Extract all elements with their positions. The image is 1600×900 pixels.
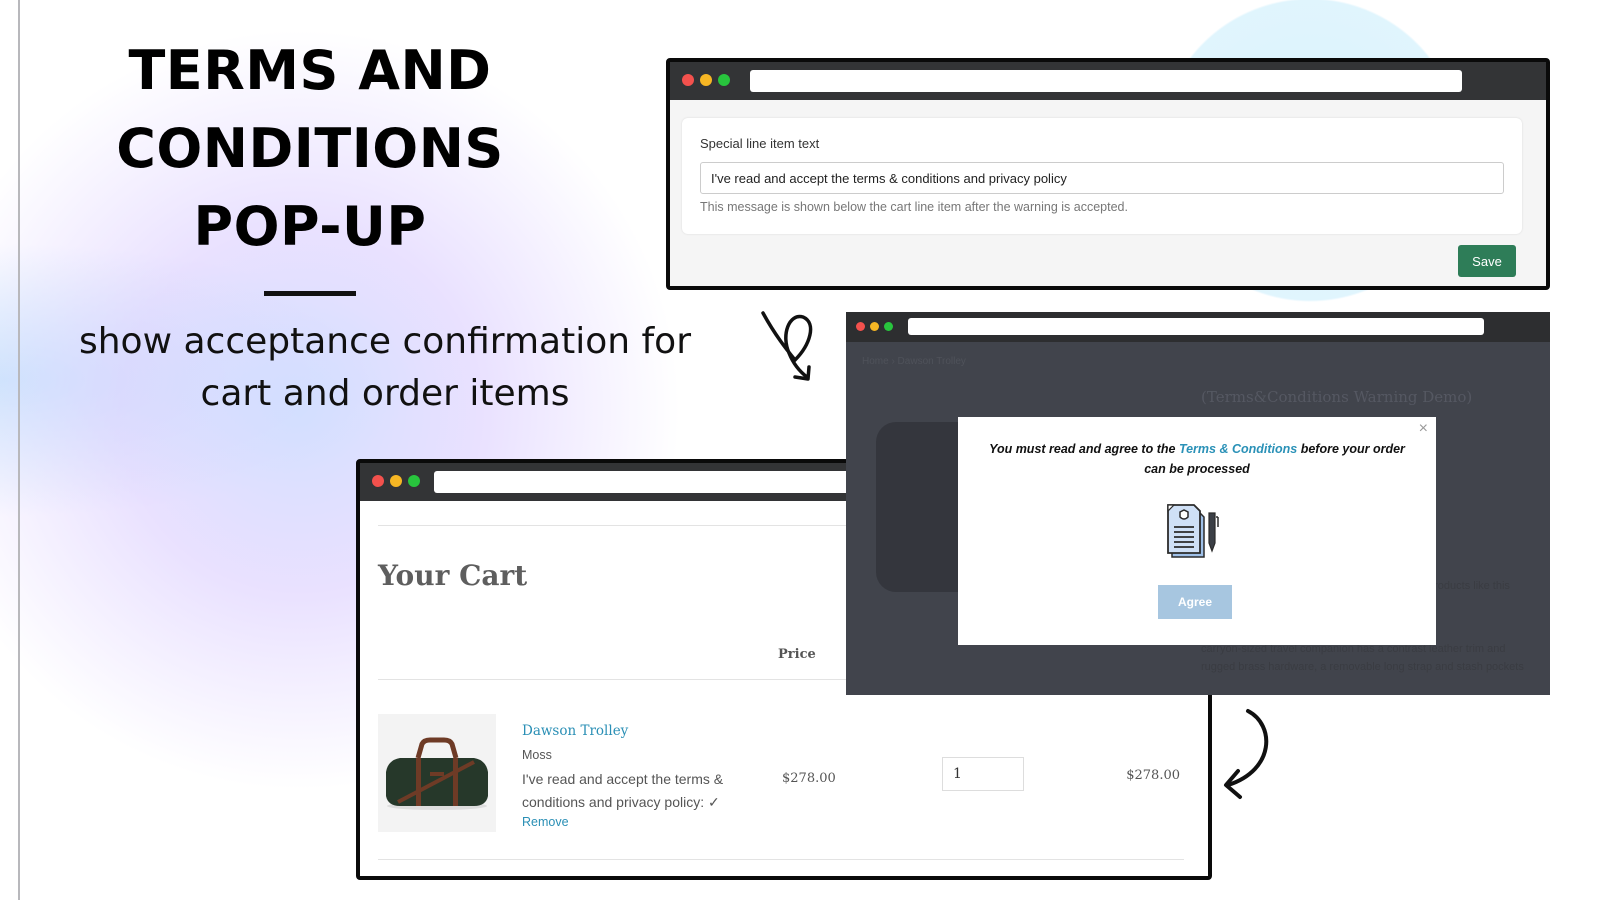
curved-arrow-icon [1224, 709, 1269, 799]
message-text: You must read and agree to the [989, 442, 1179, 456]
save-button[interactable]: Save [1458, 245, 1516, 277]
product-text: products like this [1428, 580, 1510, 592]
divider [378, 859, 1184, 860]
settings-card: Special line item text This message is s… [682, 118, 1522, 234]
maximize-dot-icon[interactable] [884, 322, 893, 331]
browser-titlebar [670, 62, 1546, 100]
line-total: $278.00 [1126, 768, 1180, 783]
product-title: (Terms&Conditions Warning Demo) [1201, 388, 1473, 406]
document-contract-icon [1167, 504, 1219, 558]
browser-titlebar [846, 312, 1550, 342]
remove-link[interactable]: Remove [522, 815, 569, 829]
address-bar[interactable] [908, 318, 1484, 335]
special-line-item-text-input[interactable] [700, 162, 1504, 194]
terms-modal: × You must read and agree to the Terms &… [958, 417, 1436, 645]
hero-title-line: POP-UP [193, 195, 427, 258]
column-header-price: Price [778, 647, 816, 662]
minimize-dot-icon[interactable] [390, 475, 402, 487]
hero-title-line: CONDITIONS [116, 117, 504, 180]
agree-button[interactable]: Agree [1158, 585, 1232, 619]
field-help-text: This message is shown below the cart lin… [700, 200, 1128, 214]
minimize-dot-icon[interactable] [700, 74, 712, 86]
hero-divider [264, 291, 356, 296]
close-dot-icon[interactable] [372, 475, 384, 487]
hero-title-line: TERMS AND [128, 39, 492, 102]
modal-message: You must read and agree to the Terms & C… [978, 439, 1416, 479]
popup-browser-window: Home › Dawson Trolley (Terms&Conditions … [846, 312, 1550, 695]
cart-title: Your Cart [378, 559, 528, 592]
maximize-dot-icon[interactable] [408, 475, 420, 487]
product-image[interactable] [378, 714, 496, 832]
terms-link[interactable]: Terms & Conditions [1179, 442, 1297, 456]
close-dot-icon[interactable] [856, 322, 865, 331]
field-label: Special line item text [700, 136, 820, 151]
close-icon[interactable]: × [1419, 420, 1428, 438]
close-dot-icon[interactable] [682, 74, 694, 86]
curly-arrow-icon [761, 311, 813, 381]
hero-subtitle: show acceptance confirmation for cart an… [78, 321, 692, 414]
duffel-bag-icon [386, 737, 488, 810]
product-variant: Moss [522, 748, 552, 762]
maximize-dot-icon[interactable] [718, 74, 730, 86]
breadcrumb: Home › Dawson Trolley [862, 356, 966, 367]
settings-browser-window: Special line item text This message is s… [666, 58, 1550, 290]
left-divider [18, 0, 20, 900]
address-bar[interactable] [750, 70, 1462, 92]
unit-price: $278.00 [782, 771, 836, 786]
quantity-input[interactable] [942, 757, 1024, 791]
acceptance-note: I've read and accept the terms & conditi… [522, 771, 724, 810]
product-name-link[interactable]: Dawson Trolley [522, 723, 628, 739]
hero-title: TERMS AND CONDITIONS POP-UP [60, 32, 560, 266]
product-text: rugged brass hardware, a removable long … [1201, 661, 1524, 673]
minimize-dot-icon[interactable] [870, 322, 879, 331]
